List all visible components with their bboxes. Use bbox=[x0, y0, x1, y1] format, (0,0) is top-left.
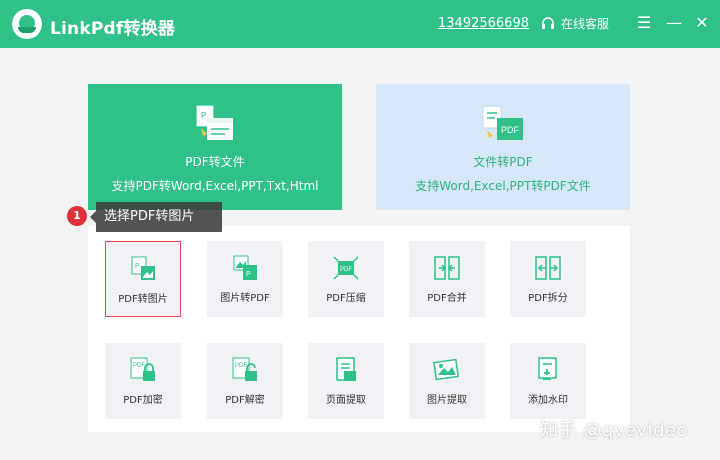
pdf-split-icon bbox=[534, 255, 562, 285]
tools-panel: P PDF转图片 P 图片转PDF PDF PDF压缩 PDF合并 PDF拆分 … bbox=[88, 226, 630, 432]
tool-pdf-encrypt[interactable]: PDF PDF加密 bbox=[105, 343, 181, 419]
tool-pdf-compress[interactable]: PDF PDF压缩 bbox=[308, 241, 384, 317]
tool-label: 添加水印 bbox=[528, 395, 568, 406]
tool-label: PDF加密 bbox=[123, 395, 163, 406]
tool-pdf-to-image[interactable]: P PDF转图片 bbox=[105, 241, 181, 317]
app-logo bbox=[12, 9, 42, 39]
support-label: 在线客服 bbox=[561, 17, 610, 31]
card-title: 文件转PDF bbox=[473, 155, 533, 169]
app-title: LinkPdf转换器 bbox=[50, 19, 176, 39]
pdf-merge-icon bbox=[433, 255, 461, 285]
pdf-decrypt-icon: PDF bbox=[231, 357, 259, 387]
tool-pdf-split[interactable]: PDF拆分 bbox=[510, 241, 586, 317]
watermark-text: 知乎 @qvevideo bbox=[540, 420, 689, 441]
pdf-compress-icon: PDF bbox=[332, 255, 360, 285]
card-title: PDF转文件 bbox=[185, 155, 245, 169]
tool-label: PDF解密 bbox=[225, 395, 265, 406]
svg-text:PDF: PDF bbox=[235, 363, 247, 369]
tool-label: PDF拆分 bbox=[528, 293, 568, 304]
pdf-encrypt-icon: PDF bbox=[129, 357, 157, 387]
image-to-pdf-icon: P bbox=[231, 255, 259, 285]
svg-text:PDF: PDF bbox=[133, 363, 145, 369]
page-extract-icon bbox=[332, 357, 360, 387]
tool-pdf-merge[interactable]: PDF合并 bbox=[409, 241, 485, 317]
tool-add-watermark[interactable]: 添加水印 bbox=[510, 343, 586, 419]
card-subtitle: 支持Word,Excel,PPT转PDF文件 bbox=[415, 179, 591, 193]
online-support-button[interactable]: 在线客服 bbox=[540, 15, 609, 32]
svg-text:P: P bbox=[201, 111, 206, 120]
tool-image-to-pdf[interactable]: P 图片转PDF bbox=[207, 241, 283, 317]
tool-page-extract[interactable]: 页面提取 bbox=[308, 343, 384, 419]
headset-icon bbox=[542, 16, 554, 29]
tool-image-extract[interactable]: 图片提取 bbox=[409, 343, 485, 419]
tool-label: 图片转PDF bbox=[220, 293, 270, 304]
tool-pdf-decrypt[interactable]: PDF PDF解密 bbox=[207, 343, 283, 419]
minimize-button[interactable]: — bbox=[664, 12, 684, 34]
menu-button[interactable]: ☰ bbox=[634, 12, 654, 34]
phone-link[interactable]: 13492566698 bbox=[438, 16, 529, 31]
svg-text:PDF: PDF bbox=[501, 125, 520, 135]
close-button[interactable]: ✕ bbox=[692, 12, 712, 34]
tool-label: 图片提取 bbox=[427, 395, 467, 406]
tool-label: PDF合并 bbox=[427, 293, 467, 304]
svg-text:P: P bbox=[246, 271, 251, 278]
svg-text:PDF: PDF bbox=[340, 267, 352, 273]
tool-label: PDF转图片 bbox=[118, 294, 168, 305]
card-subtitle: 支持PDF转Word,Excel,PPT,Txt,Html bbox=[111, 179, 319, 193]
tool-label: 页面提取 bbox=[326, 395, 366, 406]
file-to-pdf-icon: PDF bbox=[479, 104, 527, 148]
step-badge: 1 bbox=[67, 206, 87, 226]
guide-tooltip: 选择PDF转图片 bbox=[90, 202, 222, 232]
file-to-pdf-card[interactable]: PDF 文件转PDF 支持Word,Excel,PPT转PDF文件 bbox=[376, 84, 630, 210]
image-extract-icon bbox=[433, 357, 461, 387]
svg-text:P: P bbox=[135, 263, 140, 270]
title-bar: LinkPdf转换器 13492566698 在线客服 ☰ — ✕ bbox=[0, 0, 720, 48]
pdf-to-image-icon: P bbox=[129, 256, 157, 286]
pdf-to-file-icon: P bbox=[193, 104, 237, 148]
tool-label: PDF压缩 bbox=[326, 293, 366, 304]
pdf-to-file-card[interactable]: P PDF转文件 支持PDF转Word,Excel,PPT,Txt,Html bbox=[88, 84, 342, 210]
watermark-icon bbox=[534, 357, 562, 387]
